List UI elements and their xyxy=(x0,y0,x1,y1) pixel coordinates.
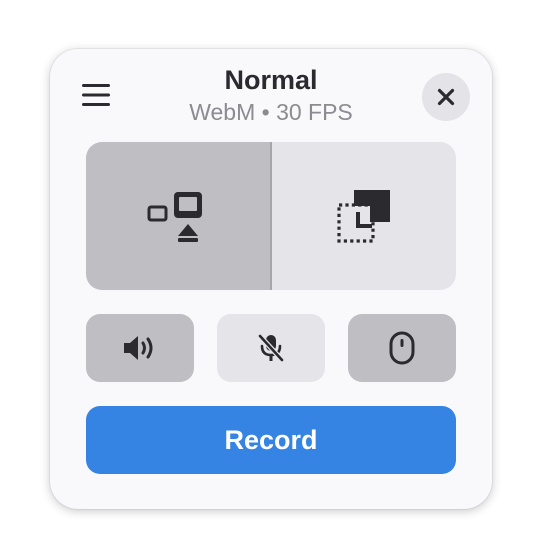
microphone-muted-icon xyxy=(257,333,285,363)
profile-subtitle: WebM • 30 FPS xyxy=(189,99,353,125)
mouse-pointer-icon xyxy=(389,331,415,365)
hamburger-menu-icon xyxy=(82,84,110,106)
menu-button[interactable] xyxy=(70,71,122,119)
close-icon xyxy=(437,88,455,106)
capture-mode-selector xyxy=(86,142,456,290)
speaker-icon xyxy=(124,336,153,360)
window-region-icon xyxy=(337,190,390,243)
show-pointer-toggle[interactable] xyxy=(348,314,456,382)
close-button[interactable] xyxy=(422,73,470,121)
record-button[interactable]: Record xyxy=(86,406,456,474)
screen-recorder-window: Normal WebM • 30 FPS Record xyxy=(50,49,492,509)
profile-title: Normal xyxy=(224,65,318,95)
desktop-audio-toggle[interactable] xyxy=(86,314,194,382)
title-block: Normal WebM • 30 FPS xyxy=(150,63,392,127)
capture-options-row xyxy=(86,314,456,382)
window-mode-button[interactable] xyxy=(272,142,456,290)
microphone-toggle[interactable] xyxy=(217,314,325,382)
screen-mode-button[interactable] xyxy=(86,142,270,290)
screen-cast-icon xyxy=(147,192,202,242)
